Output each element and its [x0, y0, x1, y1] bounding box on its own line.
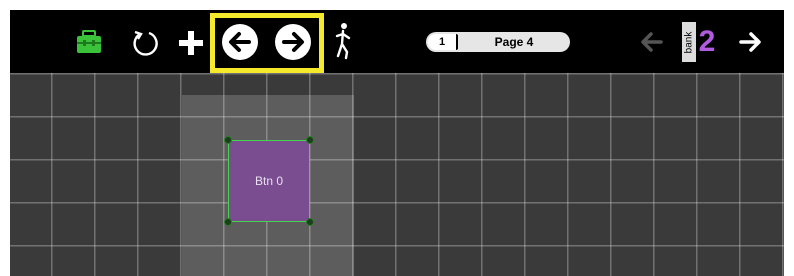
forward-button[interactable]	[275, 24, 311, 60]
toolbox-button[interactable]	[76, 30, 102, 54]
resize-handle-top-left[interactable]	[224, 136, 232, 144]
resize-handle-bottom-right[interactable]	[306, 218, 314, 226]
button-grid-canvas[interactable]: Btn 0	[10, 73, 784, 276]
resize-handle-bottom-left[interactable]	[224, 218, 232, 226]
exit-button[interactable]	[332, 22, 354, 60]
add-icon	[179, 31, 203, 55]
page-name[interactable]: Page 4	[458, 35, 570, 49]
exit-icon	[335, 23, 351, 60]
forward-circle	[275, 24, 311, 60]
bank-number: 2	[698, 25, 716, 58]
grid-button[interactable]: Btn 0	[228, 140, 310, 222]
arrow-back-icon	[229, 32, 251, 52]
bank-selector[interactable]: bank 2	[682, 22, 716, 62]
add-button[interactable]	[178, 30, 204, 56]
grid-button-label: Btn 0	[254, 174, 284, 188]
app-window: 1 Page 4 bank 2 Btn 0	[10, 10, 784, 276]
resize-handle-top-right[interactable]	[306, 136, 314, 144]
back-button[interactable]	[222, 24, 258, 60]
bank-label: bank	[682, 22, 696, 62]
reset-button[interactable]	[131, 29, 159, 57]
toolbar: 1 Page 4 bank 2	[10, 10, 784, 73]
back-circle	[222, 24, 258, 60]
arrow-left-icon	[641, 32, 663, 52]
page-number[interactable]: 1	[428, 34, 458, 50]
reset-icon	[133, 30, 158, 56]
bank-prev-button[interactable]	[640, 30, 664, 54]
arrow-right-icon	[739, 32, 761, 52]
bank-next-button[interactable]	[738, 30, 762, 54]
toolbox-icon	[77, 30, 101, 53]
arrow-forward-icon	[282, 32, 304, 52]
page-selector[interactable]: 1 Page 4	[426, 32, 570, 52]
